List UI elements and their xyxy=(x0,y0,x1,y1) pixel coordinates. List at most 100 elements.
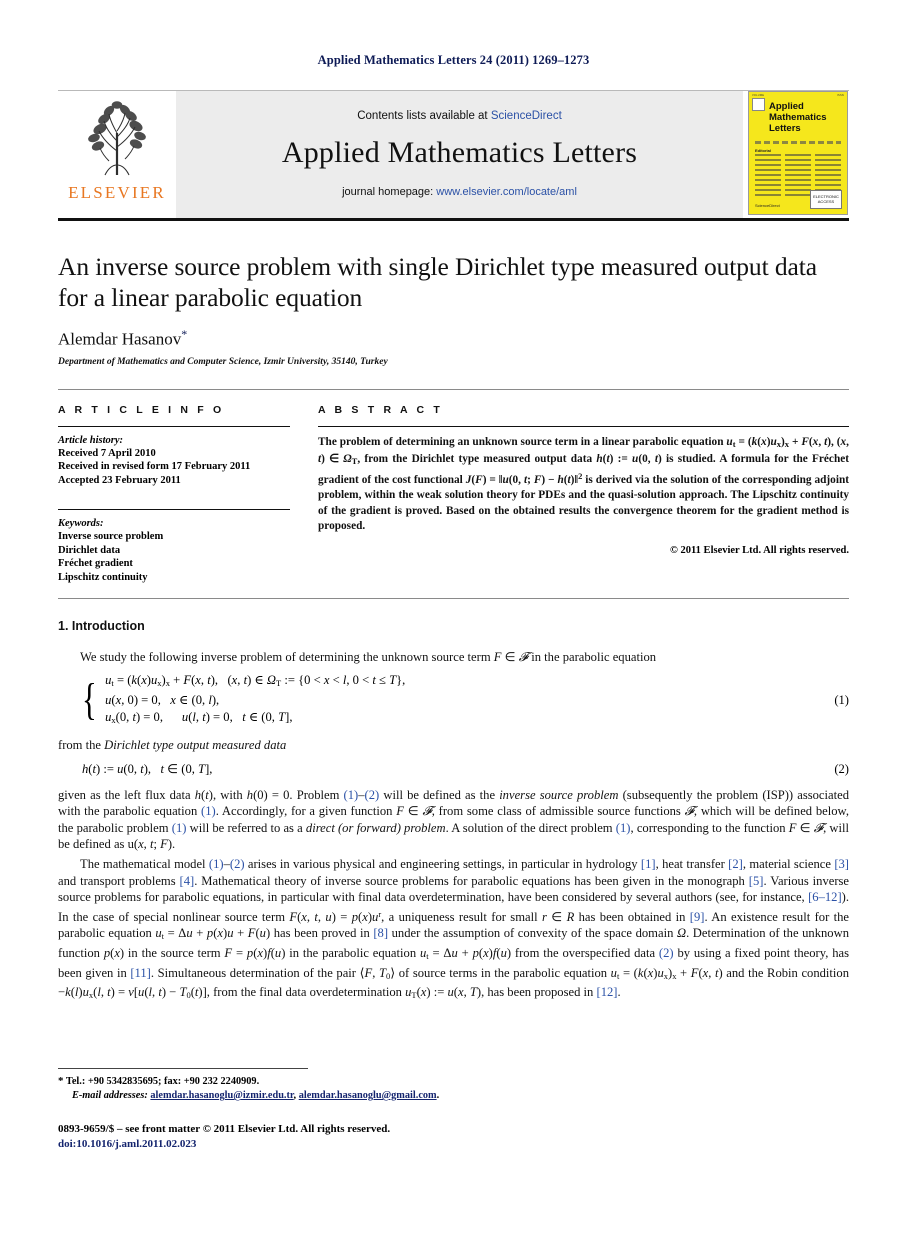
history-received: Received 7 April 2010 xyxy=(58,447,156,459)
colophon-block: 0893-9659/$ – see front matter © 2011 El… xyxy=(58,1122,849,1151)
keyword-4: Lipschitz continuity xyxy=(58,571,148,583)
info-abstract-row: A R T I C L E I N F O Article history: R… xyxy=(58,390,849,585)
doi-link[interactable]: doi:10.1016/j.aml.2011.02.023 xyxy=(58,1137,849,1152)
equation-1-line-3: ux(0, t) = 0, u(l, t) = 0, t ∈ (0, T], xyxy=(105,709,293,725)
cover-line2: Mathematics xyxy=(769,112,827,123)
email-link-2[interactable]: alemdar.hasanoglu@gmail.com xyxy=(299,1090,437,1101)
page-title: An inverse source problem with single Di… xyxy=(58,252,817,312)
ref-9[interactable]: [9] xyxy=(690,910,705,924)
cover-line3: Letters xyxy=(769,123,801,134)
article-info-heading: A R T I C L E I N F O xyxy=(58,403,225,416)
keyword-1: Inverse source problem xyxy=(58,531,164,543)
article-body: 1. Introduction We study the following i… xyxy=(58,619,849,1004)
cover-top-meta: VOLUME ISSN xyxy=(752,94,844,97)
cover-journal-name: Applied Mathematics Letters xyxy=(769,101,827,134)
ref-eq1-e[interactable]: (1) xyxy=(209,857,224,871)
ref-3[interactable]: [3] xyxy=(834,857,849,871)
ref-eq2[interactable]: (2) xyxy=(365,788,380,802)
article-info-rule xyxy=(58,425,290,427)
journal-homepage-line: journal homepage: www.elsevier.com/locat… xyxy=(342,186,577,198)
ref-eq1[interactable]: (1) xyxy=(344,788,359,802)
ref-4[interactable]: [4] xyxy=(180,874,195,888)
issn-copyright-line: 0893-9659/$ – see front matter © 2011 El… xyxy=(58,1123,391,1135)
sciencedirect-link[interactable]: ScienceDirect xyxy=(491,110,562,122)
elsevier-tree-icon xyxy=(88,101,146,176)
email-period: . xyxy=(436,1090,440,1101)
keyword-3: Fréchet gradient xyxy=(58,558,133,570)
author-line: Alemdar Hasanov* xyxy=(58,327,849,350)
journal-homepage-link[interactable]: www.elsevier.com/locate/aml xyxy=(436,186,577,198)
paragraph-given: given as the left flux data h(t), with h… xyxy=(58,787,849,852)
history-accepted: Accepted 23 February 2011 xyxy=(58,474,181,486)
ref-11[interactable]: [11] xyxy=(130,966,151,980)
ref-5[interactable]: [5] xyxy=(749,874,764,888)
author-affiliation: Department of Mathematics and Computer S… xyxy=(58,356,388,367)
ref-1[interactable]: [1] xyxy=(641,857,656,871)
equation-2-line: h(t) := u(0, t), t ∈ (0, T], xyxy=(82,761,213,776)
keywords-rule xyxy=(58,509,290,511)
ref-8[interactable]: [8] xyxy=(373,926,388,940)
article-history-label: Article history: xyxy=(58,434,124,446)
cover-line1: Applied xyxy=(769,101,804,112)
article-info-column: A R T I C L E I N F O Article history: R… xyxy=(58,404,290,585)
abstract-copyright: © 2011 Elsevier Ltd. All rights reserved… xyxy=(670,544,849,556)
elsevier-logo: ELSEVIER xyxy=(58,91,176,218)
footnote-tel-fax: Tel.: +90 5342835695; fax: +90 232 22409… xyxy=(65,1076,260,1087)
journal-title: Applied Mathematics Letters xyxy=(281,135,638,169)
paragraph-from-line: from the Dirichlet type output measured … xyxy=(58,738,287,752)
email-addresses-label: E-mail addresses: xyxy=(72,1090,148,1101)
contents-prefix: Contents lists available at xyxy=(357,109,491,122)
footnote-block: * Tel.: +90 5342835695; fax: +90 232 224… xyxy=(58,1074,849,1103)
author-name: Alemdar Hasanov xyxy=(58,329,182,349)
journal-cover-thumbnail: VOLUME ISSN Applied Mathematics Letters E… xyxy=(743,91,849,218)
footnote-marker: * xyxy=(58,1075,64,1087)
equation-1: { ut = (k(x)ux)x + F(x, t), (x, t) ∈ ΩT … xyxy=(58,672,849,729)
abstract-rule xyxy=(318,425,849,427)
masthead-center: Contents lists available at ScienceDirec… xyxy=(176,91,743,218)
ref-eq1-b[interactable]: (1) xyxy=(201,804,216,818)
history-revised: Received in revised form 17 February 201… xyxy=(58,461,251,473)
ref-12[interactable]: [12] xyxy=(597,985,618,999)
equation-1-line-2: u(x, 0) = 0, x ∈ (0, l), xyxy=(105,692,220,707)
ref-eq1-c[interactable]: (1) xyxy=(172,821,187,835)
masthead-bottom-rule xyxy=(58,218,849,221)
equation-1-body: { ut = (k(x)ux)x + F(x, t), (x, t) ∈ ΩT … xyxy=(58,672,834,729)
abstract-text: The problem of determining an unknown so… xyxy=(318,435,850,532)
homepage-prefix: journal homepage: xyxy=(342,185,437,198)
cover-logo-mark xyxy=(752,98,765,111)
ref-eq2-b[interactable]: (2) xyxy=(230,857,245,871)
footnote-email-line: E-mail addresses: alemdar.hasanoglu@izmi… xyxy=(58,1089,849,1103)
title-block: An inverse source problem with single Di… xyxy=(58,251,849,367)
cover-editorial-label: Editorial xyxy=(755,148,772,153)
cover-sciencedirect-label: ScienceDirect xyxy=(755,203,780,208)
cover-image: VOLUME ISSN Applied Mathematics Letters E… xyxy=(748,91,848,215)
abstract-heading: A B S T R A C T xyxy=(318,403,443,416)
keywords-label: Keywords: xyxy=(58,518,104,530)
equation-2: h(t) := u(0, t), t ∈ (0, T], (2) xyxy=(58,761,849,778)
footnote-rule xyxy=(58,1068,308,1069)
paragraph-lead: We study the following inverse problem o… xyxy=(80,650,657,665)
ref-eq1-d[interactable]: (1) xyxy=(616,821,631,835)
email-separator: , xyxy=(293,1090,297,1101)
equation-2-body: h(t) := u(0, t), t ∈ (0, T], xyxy=(58,761,834,778)
ref-2[interactable]: [2] xyxy=(728,857,743,871)
equation-1-number: (1) xyxy=(834,692,849,707)
equation-1-lines: ut = (k(x)ux)x + F(x, t), (x, t) ∈ ΩT :=… xyxy=(105,672,405,729)
article-page: Applied Mathematics Letters 24 (2011) 12… xyxy=(0,0,907,1238)
ref-6-12[interactable]: [6–12] xyxy=(808,890,842,904)
keyword-2: Dirichlet data xyxy=(58,544,121,556)
equation-1-brace: { xyxy=(82,675,97,725)
ref-eq2-c[interactable]: (2) xyxy=(659,946,674,960)
paragraph-model: The mathematical model (1)–(2) arises in… xyxy=(58,856,850,1001)
equation-1-line-1: ut = (k(x)ux)x + F(x, t), (x, t) ∈ ΩT :=… xyxy=(105,672,406,688)
journal-masthead: ELSEVIER Contents lists available at Sci… xyxy=(58,90,849,218)
footnote-tel-line: * Tel.: +90 5342835695; fax: +90 232 224… xyxy=(58,1074,849,1089)
elsevier-wordmark: ELSEVIER xyxy=(68,183,166,202)
running-head: Applied Mathematics Letters 24 (2011) 12… xyxy=(317,53,590,67)
email-link-1[interactable]: alemdar.hasanoglu@izmir.edu.tr xyxy=(150,1090,293,1101)
author-footnote-marker[interactable]: * xyxy=(181,327,187,341)
equation-2-number: (2) xyxy=(834,761,849,776)
body-top-rule xyxy=(58,598,849,600)
cover-subtitle-rule xyxy=(755,141,841,144)
